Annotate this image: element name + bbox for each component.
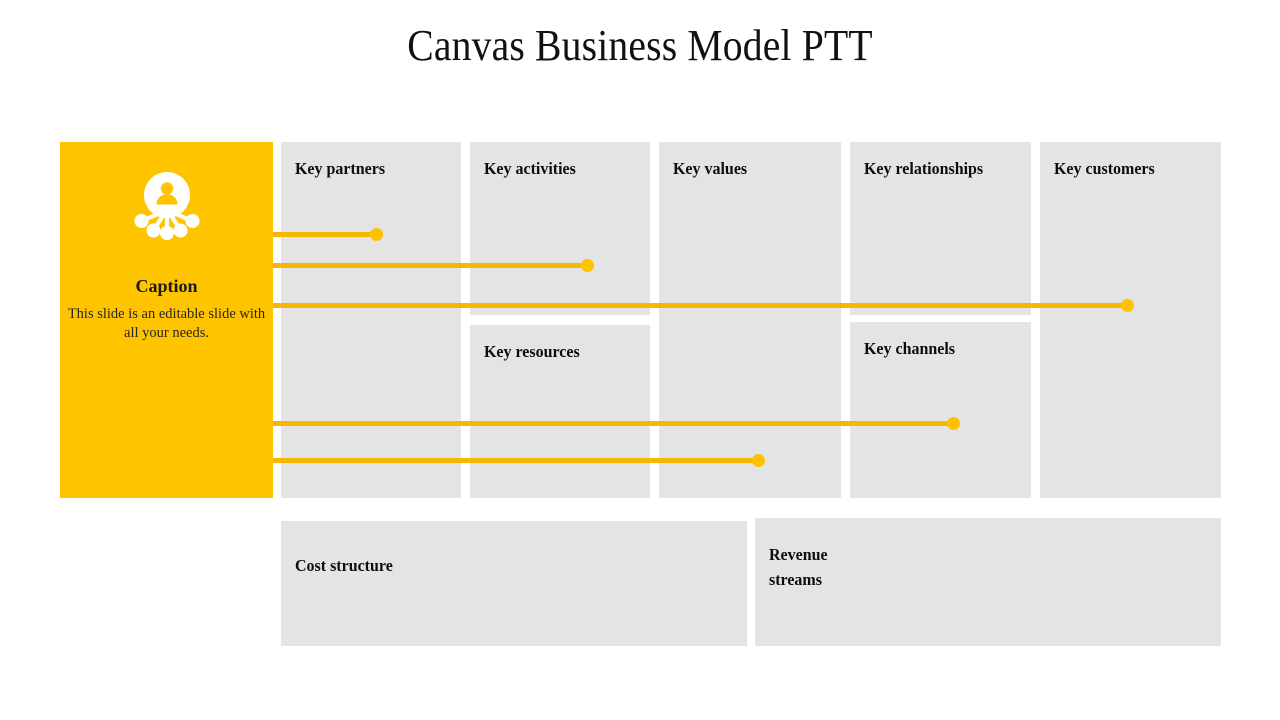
network-person-icon	[60, 170, 273, 242]
block-key-resources[interactable]: Key resources	[470, 325, 650, 498]
page-title: Canvas Business Model PTT	[407, 21, 873, 70]
caption-panel: Caption This slide is an editable slide …	[60, 142, 273, 498]
caption-description: This slide is an editable slide with all…	[67, 306, 266, 341]
block-key-relationships[interactable]: Key relationships	[850, 142, 1031, 315]
connector-endpoint-dot	[752, 454, 765, 467]
block-key-activities[interactable]: Key activities	[470, 142, 650, 315]
block-key-customers[interactable]: Key customers	[1040, 142, 1221, 498]
block-key-channels-label: Key channels	[864, 339, 956, 358]
block-key-channels[interactable]: Key channels	[850, 322, 1031, 498]
block-key-values[interactable]: Key values	[659, 142, 841, 498]
connector-to-key-channels	[273, 417, 960, 430]
block-key-resources-label: Key resources	[484, 342, 580, 361]
connector-endpoint-dot	[1121, 299, 1134, 312]
block-key-values-label: Key values	[673, 159, 748, 178]
block-key-customers-label: Key customers	[1054, 159, 1155, 178]
block-cost-structure[interactable]: Cost structure	[281, 521, 747, 646]
connector-endpoint-dot	[947, 417, 960, 430]
block-cost-structure-label: Cost structure	[295, 556, 393, 575]
connector-to-key-activities	[273, 259, 594, 272]
connector-to-key-partners	[273, 228, 383, 241]
block-key-partners[interactable]: Key partners	[281, 142, 461, 498]
connector-endpoint-dot	[581, 259, 594, 272]
slide-canvas-business-model: Canvas Business Model PTT Caption This s…	[0, 0, 1280, 720]
caption-title: Caption	[135, 276, 198, 296]
connector-endpoint-dot	[370, 228, 383, 241]
block-key-relationships-label: Key relationships	[864, 159, 984, 178]
block-key-activities-label: Key activities	[484, 159, 576, 178]
block-revenue-streams-label: Revenue streams	[769, 545, 828, 589]
block-key-partners-label: Key partners	[295, 159, 386, 178]
block-revenue-streams[interactable]: Revenue streams	[755, 518, 1221, 646]
connector-to-key-values	[273, 454, 765, 467]
connector-to-key-customers	[273, 299, 1134, 312]
